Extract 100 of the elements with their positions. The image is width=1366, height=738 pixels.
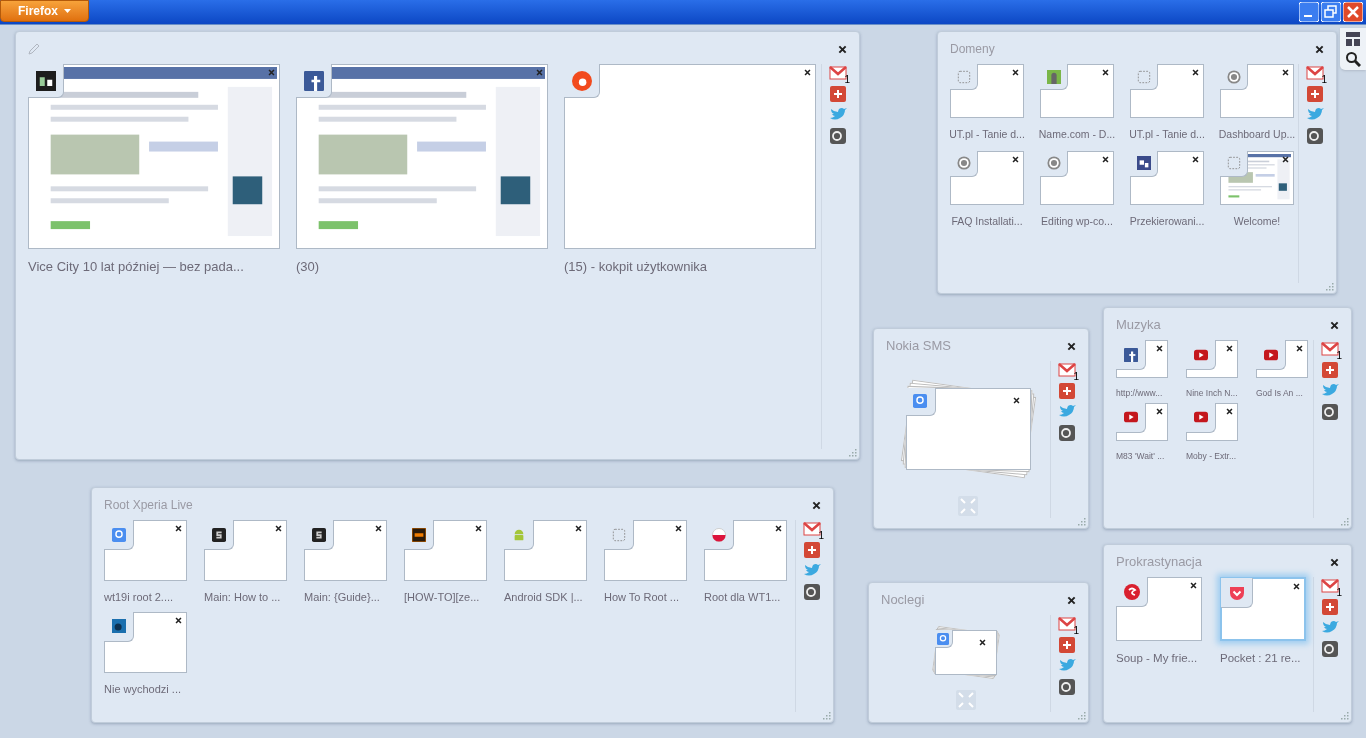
minimize-icon[interactable] [1299, 2, 1319, 22]
close-icon[interactable] [1315, 44, 1324, 54]
dark-square-icon[interactable] [829, 127, 847, 145]
mail-icon[interactable] [803, 520, 821, 538]
tab-thumbnail[interactable] [1220, 64, 1294, 118]
logo-icon [35, 70, 56, 91]
resize-grip-icon[interactable] [1325, 282, 1334, 291]
close-icon[interactable] [475, 525, 482, 532]
mail-icon[interactable] [1321, 340, 1339, 358]
dark-square-icon[interactable] [803, 583, 821, 601]
tab-thumbnail[interactable] [104, 611, 187, 673]
close-icon[interactable] [1296, 345, 1303, 352]
close-icon[interactable] [1156, 407, 1163, 415]
tab-thumbnail[interactable] [934, 630, 997, 675]
tab-thumbnail[interactable] [404, 520, 487, 581]
tab-title: Root dla WT1... [704, 590, 781, 605]
group-title[interactable]: Noclegi [881, 590, 925, 610]
dark-square-icon[interactable] [1058, 424, 1076, 442]
plus-icon[interactable] [1058, 636, 1076, 654]
close-icon[interactable] [1012, 396, 1020, 404]
close-icon[interactable] [804, 69, 811, 76]
resize-grip-icon[interactable] [848, 448, 857, 457]
close-icon[interactable] [375, 525, 382, 532]
dark-square-icon[interactable] [1306, 127, 1324, 145]
group-title[interactable]: Domeny [950, 40, 995, 58]
tab-thumbnail[interactable] [504, 520, 587, 581]
plus-icon[interactable] [1321, 598, 1339, 616]
resize-grip-icon[interactable] [1077, 711, 1086, 720]
close-icon[interactable] [1282, 69, 1289, 76]
tab-thumbnail[interactable] [1220, 150, 1294, 205]
close-icon[interactable] [1192, 69, 1199, 76]
tab-thumbnail[interactable] [950, 150, 1024, 205]
dashed-square-icon [1226, 156, 1241, 171]
tab-thumbnail[interactable] [1040, 64, 1114, 118]
play-icon [1193, 347, 1208, 362]
mail-icon[interactable] [1306, 64, 1324, 82]
close-icon[interactable] [1067, 595, 1076, 605]
badge-count: 1 [1336, 351, 1342, 361]
close-icon[interactable] [775, 525, 782, 532]
close-icon[interactable] [275, 525, 282, 532]
tab-thumbnail[interactable] [1116, 577, 1202, 641]
tab-thumbnail[interactable] [905, 387, 1031, 470]
close-icon[interactable] [812, 500, 821, 510]
plus-icon[interactable] [803, 541, 821, 559]
close-icon[interactable] [1293, 583, 1300, 590]
close-icon[interactable] [1067, 341, 1076, 351]
tab-thumbnail[interactable] [104, 520, 187, 581]
resize-grip-icon[interactable] [1077, 517, 1086, 526]
group-title[interactable]: Prokrastynacja [1116, 552, 1202, 572]
close-icon[interactable] [675, 525, 682, 532]
plus-icon[interactable] [1306, 85, 1324, 103]
tab-thumbnail[interactable] [204, 520, 287, 581]
tab-thumbnail[interactable] [704, 520, 787, 581]
resize-grip-icon[interactable] [1340, 711, 1349, 720]
dark-square-icon[interactable] [1321, 640, 1339, 658]
menu-button[interactable]: Firefox [0, 0, 89, 22]
search-icon[interactable] [1345, 51, 1361, 67]
tab-thumbnail[interactable] [564, 64, 816, 249]
mail-icon[interactable] [1321, 577, 1339, 595]
tab-thumbnail[interactable] [1130, 150, 1204, 205]
dark-square-icon[interactable] [1058, 678, 1076, 696]
plus-icon[interactable] [829, 85, 847, 103]
close-icon[interactable] [1012, 155, 1019, 163]
close-icon[interactable] [1282, 155, 1289, 163]
close-icon[interactable] [1190, 582, 1197, 589]
mail-icon[interactable] [1058, 361, 1076, 379]
tab-thumbnail[interactable] [304, 520, 387, 581]
close-icon[interactable] [175, 616, 182, 624]
circle-logo-icon [1123, 583, 1140, 600]
group-title[interactable]: Root Xperia Live [104, 496, 193, 514]
group-title[interactable]: Muzyka [1116, 315, 1161, 335]
close-icon[interactable] [838, 44, 847, 54]
grid-icon[interactable] [1345, 31, 1361, 47]
close-icon[interactable] [575, 525, 582, 532]
restore-icon[interactable] [1321, 2, 1341, 22]
app-logo-icon [111, 619, 126, 633]
tab-thumbnail[interactable] [604, 520, 687, 581]
plus-icon[interactable] [1058, 382, 1076, 400]
group-title[interactable]: Nokia SMS [886, 336, 952, 356]
dark-square-icon[interactable] [1321, 403, 1339, 421]
resize-grip-icon[interactable] [1340, 517, 1349, 526]
mail-icon[interactable] [829, 64, 847, 82]
close-icon[interactable] [1330, 557, 1339, 567]
plus-icon[interactable] [1321, 361, 1339, 379]
close-icon[interactable] [1012, 69, 1019, 76]
close-icon[interactable] [1226, 407, 1233, 415]
tab-thumbnail[interactable] [950, 64, 1024, 118]
close-icon[interactable] [1330, 320, 1339, 330]
close-icon[interactable] [978, 639, 986, 646]
close-icon[interactable] [1102, 155, 1109, 163]
tab-thumbnail[interactable] [1130, 64, 1204, 118]
close-icon[interactable] [1192, 155, 1199, 163]
mail-icon[interactable] [1058, 615, 1076, 633]
close-icon[interactable] [175, 525, 182, 532]
tab-thumbnail[interactable] [1220, 577, 1306, 641]
close-icon[interactable] [1102, 69, 1109, 76]
close-icon[interactable] [1226, 345, 1233, 352]
tab-thumbnail[interactable] [1040, 150, 1114, 205]
close-icon[interactable] [1156, 345, 1163, 352]
resize-grip-icon[interactable] [822, 711, 831, 720]
